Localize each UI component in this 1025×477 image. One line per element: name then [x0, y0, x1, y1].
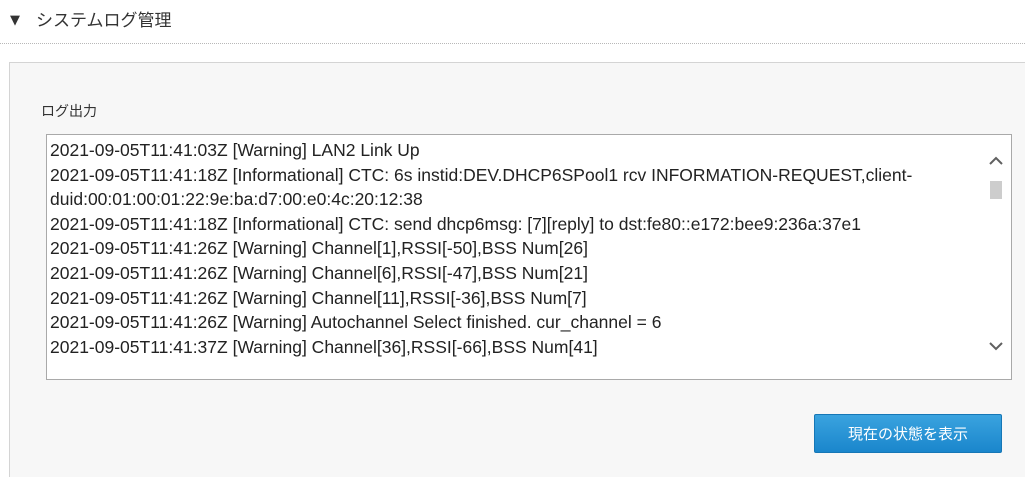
log-output-label: ログ出力: [41, 104, 97, 120]
log-content: 2021-09-05T11:41:03Z [Warning] LAN2 Link…: [50, 138, 972, 359]
log-line: 2021-09-05T11:41:03Z [Warning] LAN2 Link…: [50, 140, 420, 160]
log-line: 2021-09-05T11:41:26Z [Warning] Channel[1…: [50, 238, 588, 259]
scrollbar-thumb[interactable]: [990, 181, 1002, 199]
log-line: 2021-09-05T11:41:18Z [Informational] CTC…: [50, 213, 862, 234]
log-output-textarea[interactable]: 2021-09-05T11:41:03Z [Warning] LAN2 Link…: [46, 134, 1012, 380]
chevron-up-icon[interactable]: [988, 153, 1004, 169]
log-line: 2021-09-05T11:41:26Z [Warning] Channel[1…: [50, 287, 587, 308]
log-line: 2021-09-05T11:41:18Z [Informational] CTC…: [50, 164, 913, 210]
chevron-down-icon[interactable]: [988, 338, 1004, 354]
log-scrollbar[interactable]: [981, 135, 1011, 379]
section-header[interactable]: ▼ システムログ管理: [0, 0, 1025, 44]
triangle-down-icon[interactable]: ▼: [10, 13, 20, 29]
log-panel: ログ出力 2021-09-05T11:41:03Z [Warning] LAN2…: [9, 62, 1025, 477]
log-line: 2021-09-05T11:41:26Z [Warning] Channel[6…: [50, 262, 588, 283]
section-title: システムログ管理: [36, 11, 172, 31]
log-line: 2021-09-05T11:41:37Z [Warning] Channel[3…: [50, 336, 598, 357]
log-line: 2021-09-05T11:41:26Z [Warning] Autochann…: [50, 312, 662, 333]
show-current-status-button[interactable]: 現在の状態を表示: [814, 414, 1002, 453]
